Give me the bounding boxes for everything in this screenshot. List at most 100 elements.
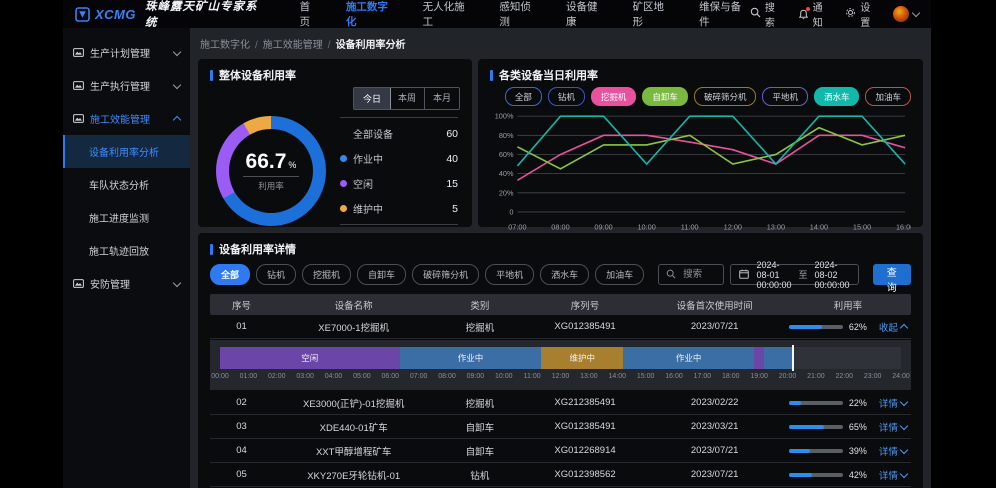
sidebar-item-3[interactable]: 安防管理 — [63, 267, 190, 300]
sidebar-subitem-2-3[interactable]: 施工轨迹回放 — [63, 234, 190, 267]
details-link[interactable]: 详情 — [879, 468, 907, 482]
brand-name: XCMG — [95, 7, 136, 22]
legend-pill-3[interactable]: 自卸车 — [642, 87, 688, 106]
date-from: 2024-08-01 00:00:00 — [756, 260, 791, 290]
timeline-tick: 17:00 — [694, 373, 712, 380]
legend-pill-5[interactable]: 平地机 — [762, 87, 808, 106]
cell: 2023/07/21 — [645, 321, 785, 332]
notifications-action[interactable]: 通知 — [798, 0, 832, 29]
avatar — [893, 6, 909, 22]
settings-action[interactable]: 设置 — [845, 0, 879, 29]
progress-bar — [789, 325, 843, 329]
filter-pill-2[interactable]: 挖掘机 — [302, 264, 351, 285]
user-menu[interactable] — [893, 6, 919, 22]
table-row-02: 02XE3000(正铲)-01挖掘机挖掘机XG2123854912023/02/… — [210, 391, 911, 415]
legend-pill-6[interactable]: 洒水车 — [814, 87, 860, 106]
search-icon — [666, 266, 676, 284]
nav-item-2[interactable]: 无人化施工 — [423, 0, 474, 29]
breadcrumb-item-0[interactable]: 施工数字化 — [200, 40, 250, 51]
details-link[interactable]: 详情 — [879, 396, 907, 410]
cell: XE7000-1挖掘机 — [273, 320, 434, 334]
stat-value: 60 — [446, 128, 458, 140]
filter-pill-6[interactable]: 洒水车 — [540, 264, 589, 285]
stat-dot — [340, 180, 347, 187]
sidebar-subitem-2-0[interactable]: 设备利用率分析 — [63, 135, 190, 168]
nav-item-4[interactable]: 设备健康 — [566, 0, 607, 29]
svg-text:100%: 100% — [495, 112, 514, 121]
progress-bar — [789, 449, 843, 453]
details-link[interactable]: 详情 — [879, 444, 907, 458]
cell: 05 — [210, 469, 273, 480]
column-header-4: 设备首次使用时间 — [645, 298, 785, 312]
timeline-tick: 20:00 — [779, 373, 797, 380]
svg-text:10:00: 10:00 — [637, 222, 655, 231]
timeline-tick: 18:00 — [722, 373, 740, 380]
cell: XG212385491 — [525, 397, 644, 408]
series-洒水车 — [517, 116, 905, 166]
table-row-04: 04XXT甲醇增程矿车自卸车XG0122689142023/07/2139%详情 — [210, 439, 911, 463]
cell: 2023/02/22 — [645, 397, 785, 408]
breadcrumb-item-1[interactable]: 施工效能管理 — [263, 40, 323, 51]
nav-item-5[interactable]: 矿区地形 — [633, 0, 674, 29]
search-input[interactable] — [681, 268, 716, 281]
svg-text:13:00: 13:00 — [767, 222, 785, 231]
sidebar-item-1[interactable]: 生产执行管理 — [63, 69, 190, 102]
timeline-tick: 02:00 — [268, 373, 286, 380]
nav-item-6[interactable]: 维保与备件 — [699, 0, 750, 29]
collapse-link[interactable]: 收起 — [879, 320, 907, 334]
chevron-up-icon — [900, 324, 908, 332]
utilization-line-chart: 100%80%60%40%20%007:0008:0009:0010:0011:… — [490, 108, 911, 234]
chevron-down-icon — [173, 80, 181, 88]
legend-pill-7[interactable]: 加油车 — [865, 87, 911, 106]
chevron-down-icon — [900, 421, 908, 429]
cell: XG012385491 — [525, 321, 644, 332]
filter-pill-0[interactable]: 全部 — [210, 264, 250, 285]
legend-pill-4[interactable]: 破碎筛分机 — [694, 87, 757, 106]
timeline-tick: 23:00 — [864, 373, 882, 380]
breadcrumb-item-2[interactable]: 设备利用率分析 — [336, 40, 406, 51]
sidebar-subitem-2-1[interactable]: 车队状态分析 — [63, 168, 190, 201]
sidebar-item-label: 生产执行管理 — [90, 78, 168, 93]
utilization-percent: 65% — [849, 422, 873, 432]
nav-item-1[interactable]: 施工数字化 — [346, 0, 397, 29]
nav-item-3[interactable]: 感知侦测 — [499, 0, 540, 29]
sidebar-subitem-2-2[interactable]: 施工进度监测 — [63, 201, 190, 234]
legend-pill-2[interactable]: 挖掘机 — [591, 87, 637, 106]
filter-pill-4[interactable]: 破碎筛分机 — [412, 264, 479, 285]
tab-period-0[interactable]: 今日 — [353, 87, 391, 110]
filter-pill-5[interactable]: 平地机 — [485, 264, 534, 285]
tab-period-1[interactable]: 本周 — [390, 88, 425, 109]
search-action[interactable]: 搜索 — [750, 0, 784, 29]
tab-period-2[interactable]: 本月 — [425, 88, 459, 109]
date-to: 2024-08-02 00:00:00 — [814, 260, 849, 290]
sidebar-item-0[interactable]: 生产计划管理 — [63, 36, 190, 69]
legend-pill-1[interactable]: 钻机 — [548, 87, 585, 106]
nav-item-0[interactable]: 首页 — [300, 0, 320, 29]
stat-label: 全部设备 — [353, 126, 393, 141]
cell: XG012268914 — [525, 445, 644, 456]
cell: XKY270E牙轮钻机-01 — [273, 468, 434, 482]
column-header-0: 序号 — [210, 298, 273, 312]
filter-pill-1[interactable]: 钻机 — [256, 264, 296, 285]
filter-pill-7[interactable]: 加油车 — [595, 264, 644, 285]
notification-badge — [806, 7, 810, 11]
utilization-detail-panel: 设备利用率详情 全部钻机挖掘机自卸车破碎筛分机平地机洒水车加油车 2024-08… — [198, 233, 923, 488]
svg-text:09:00: 09:00 — [594, 222, 612, 231]
sidebar-item-2[interactable]: 施工效能管理 — [63, 102, 190, 135]
category-legend: 全部钻机挖掘机自卸车破碎筛分机平地机洒水车加油车 — [490, 87, 911, 106]
utilization-percent: 42% — [849, 470, 873, 480]
svg-text:11:00: 11:00 — [681, 222, 699, 231]
stat-label: 作业中 — [353, 151, 383, 166]
legend-pill-0[interactable]: 全部 — [505, 87, 542, 106]
details-link[interactable]: 详情 — [879, 420, 907, 434]
stat-row-1: 作业中40 — [340, 146, 458, 171]
timeline-tick: 08:00 — [438, 373, 456, 380]
query-button[interactable]: 查询 — [873, 264, 911, 285]
equipment-stats: 全部设备60作业中40空闲15维护中5 — [340, 117, 458, 225]
date-range-picker[interactable]: 2024-08-01 00:00:00 至 2024-08-02 00:00:0… — [730, 264, 858, 285]
stat-row-0: 全部设备 60 — [340, 121, 458, 146]
filter-pill-3[interactable]: 自卸车 — [357, 264, 406, 285]
svg-text:15:00: 15:00 — [853, 222, 871, 231]
xcmg-logo-icon — [75, 7, 90, 22]
timeline-segment-work — [764, 347, 792, 369]
